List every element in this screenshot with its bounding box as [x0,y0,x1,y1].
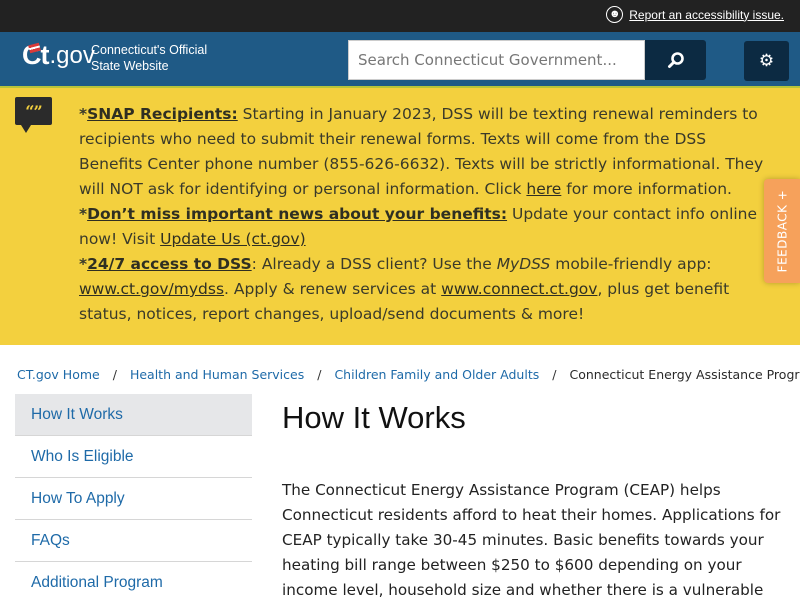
main-content: How It Works The Connecticut Energy Assi… [282,398,787,600]
update-us-link[interactable]: Update Us (ct.gov) [160,230,306,248]
sidenav-item-how-to-apply[interactable]: How To Apply [15,478,252,520]
breadcrumb-health-human-services[interactable]: Health and Human Services [130,367,304,382]
sidenav-item-who-is-eligible[interactable]: Who Is Eligible [15,436,252,478]
snap-recipients-link[interactable]: SNAP Recipients: [87,105,238,123]
site-name-line1: Connecticut's Official [91,43,208,57]
alert-news: *Don’t miss important news about your be… [79,202,769,252]
site-name: Connecticut's Official State Website [91,42,207,74]
page-title: How It Works [282,400,466,435]
alert-access-text1: : Already a DSS client? Use the [251,255,497,273]
sidenav-item-faqs[interactable]: FAQs [15,520,252,562]
accessibility-report-link[interactable]: Report an accessibility issue. [629,8,784,22]
search-icon [667,52,684,68]
accessibility-icon: ☻ [606,6,624,23]
ct-gov-logo[interactable]: Ct .gov [22,42,95,69]
alert-text: *SNAP Recipients: Starting in January 20… [79,102,769,327]
alert-access-text3: . Apply & renew services at [224,280,442,298]
here-link[interactable]: here [526,180,561,198]
search-button[interactable] [645,40,706,80]
breadcrumb-separator: / [112,367,117,382]
breadcrumb-separator: / [552,367,557,382]
access-dss-link[interactable]: 24/7 access to DSS [87,255,252,273]
mydss-italic: MyDSS [496,255,551,273]
search-input[interactable] [348,40,645,80]
important-news-link[interactable]: Don’t miss important news about your ben… [87,205,507,223]
breadcrumb-children-family[interactable]: Children Family and Older Adults [334,367,539,382]
alert-snap-prefix: * [79,105,88,123]
alert-access-prefix: * [79,255,88,273]
intro-paragraph: The Connecticut Energy Assistance Progra… [282,481,781,599]
breadcrumb-separator: / [317,367,322,382]
site-header: Ct .gov Connecticut's Official State Web… [0,32,800,88]
feedback-label: FEEDBACK + [775,189,789,273]
settings-button[interactable]: ⚙ [744,41,789,81]
alert-access-text2: mobile-friendly app: [550,255,712,273]
breadcrumb: CT.gov Home / Health and Human Services / Ch… [17,367,800,382]
site-name-line2: State Website [91,59,169,73]
sidenav-item-additional-program[interactable]: Additional Program [15,562,252,600]
quote-bubble-icon: “” [15,97,52,133]
side-navigation: How It Works Who Is Eligible How To Appl… [15,394,252,600]
logo-ct: Ct [22,42,49,69]
mydss-link[interactable]: www.ct.gov/mydss [79,280,224,298]
alert-access: *24/7 access to DSS: Already a DSS clien… [79,252,769,327]
connect-ct-link[interactable]: www.connect.ct.gov [441,280,597,298]
alert-snap: *SNAP Recipients: Starting in January 20… [79,102,769,202]
alert-snap-text-end: for more information. [561,180,732,198]
breadcrumb-home[interactable]: CT.gov Home [17,367,100,382]
alert-banner: “” *SNAP Recipients: Starting in January… [0,88,800,345]
gear-icon: ⚙ [758,51,775,70]
logo-gov: .gov [49,41,95,69]
breadcrumb-current: Connecticut Energy Assistance Program [569,367,800,382]
feedback-tab[interactable]: FEEDBACK + [764,179,800,283]
accessibility-report[interactable]: ☻ Report an accessibility issue. [606,6,784,23]
sidenav-item-how-it-works[interactable]: How It Works [15,394,252,436]
utility-bar: ☻ Report an accessibility issue. [0,0,800,32]
alert-news-prefix: * [79,205,88,223]
